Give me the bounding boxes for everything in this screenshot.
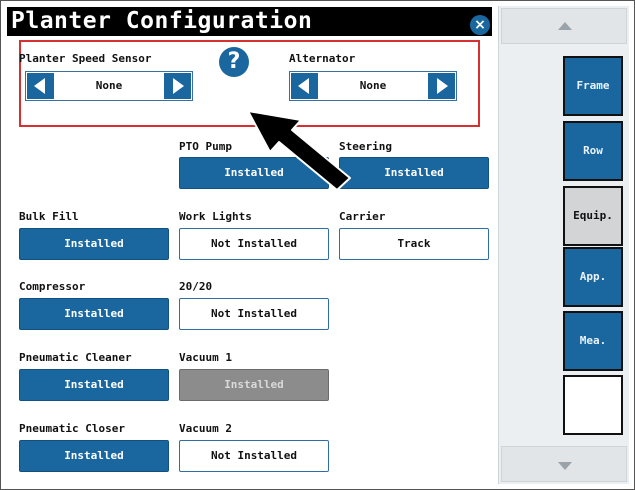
- carrier-label: Carrier: [339, 210, 386, 223]
- pointer-arrow-icon: [247, 110, 351, 191]
- speed-sensor-value: None: [95, 79, 123, 92]
- help-icon[interactable]: ?: [219, 47, 249, 77]
- arrow-left-icon[interactable]: [27, 73, 54, 99]
- work-lights-button[interactable]: Not Installed: [179, 228, 329, 260]
- vacuum-2-label: Vacuum 2: [179, 422, 232, 435]
- tab-measurement[interactable]: Mea.: [563, 311, 623, 371]
- twenty-twenty-label: 20/20: [179, 280, 213, 293]
- work-lights-label: Work Lights: [179, 210, 252, 223]
- bulk-fill-button[interactable]: Installed: [19, 228, 169, 260]
- tab-application[interactable]: App.: [563, 247, 623, 307]
- carrier-button[interactable]: Track: [339, 228, 489, 260]
- title-bar: Planter Configuration ×: [7, 7, 492, 36]
- compressor-label: Compressor: [19, 280, 86, 293]
- tab-frame[interactable]: Frame: [563, 56, 623, 116]
- pneumatic-cleaner-button[interactable]: Installed: [19, 369, 169, 401]
- close-icon[interactable]: ×: [470, 15, 490, 35]
- scroll-up-button[interactable]: [501, 8, 627, 44]
- speed-sensor-stepper[interactable]: None: [25, 71, 193, 101]
- arrow-left-icon[interactable]: [291, 73, 318, 99]
- pneumatic-closer-label: Pneumatic Closer: [19, 422, 125, 435]
- vacuum-1-label: Vacuum 1: [179, 351, 232, 364]
- arrow-right-icon[interactable]: [164, 73, 191, 99]
- vacuum-2-button[interactable]: Not Installed: [179, 440, 329, 472]
- alternator-label: Alternator: [289, 52, 356, 65]
- sidebar: Frame Row Equip. App. Mea.: [498, 6, 629, 484]
- pneumatic-closer-button[interactable]: Installed: [19, 440, 169, 472]
- alternator-value: None: [359, 79, 387, 92]
- twenty-twenty-button[interactable]: Not Installed: [179, 298, 329, 330]
- compressor-button[interactable]: Installed: [19, 298, 169, 330]
- bulk-fill-label: Bulk Fill: [19, 210, 79, 223]
- scroll-down-icon: [558, 462, 572, 470]
- tab-empty[interactable]: [563, 375, 623, 435]
- tab-row[interactable]: Row: [563, 121, 623, 181]
- speed-sensor-label: Planter Speed Sensor: [19, 52, 152, 65]
- alternator-stepper[interactable]: None: [289, 71, 457, 101]
- tab-equipment[interactable]: Equip.: [563, 186, 623, 246]
- page-title: Planter Configuration: [11, 8, 313, 34]
- arrow-right-icon[interactable]: [428, 73, 455, 99]
- scroll-down-button[interactable]: [501, 446, 627, 482]
- pneumatic-cleaner-label: Pneumatic Cleaner: [19, 351, 132, 364]
- scroll-up-icon: [558, 22, 572, 30]
- pto-pump-label: PTO Pump: [179, 140, 232, 153]
- steering-button[interactable]: Installed: [339, 157, 489, 189]
- vacuum-1-button: Installed: [179, 369, 329, 401]
